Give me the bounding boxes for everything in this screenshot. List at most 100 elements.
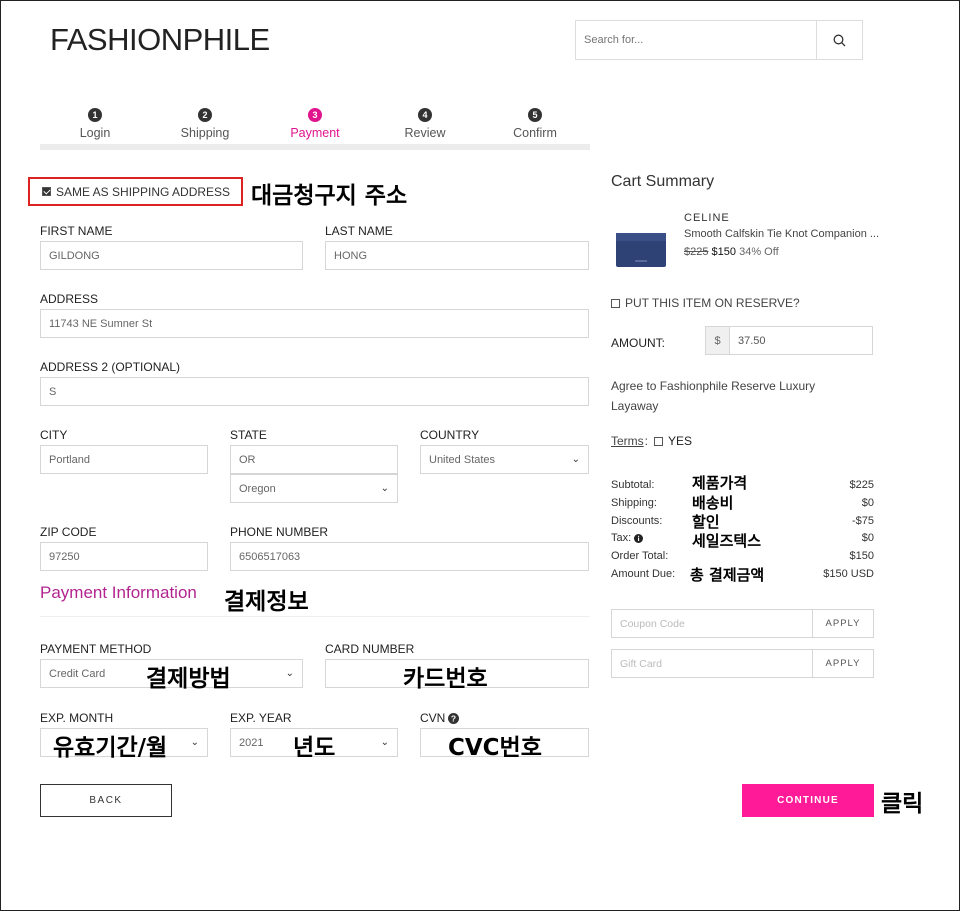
annotation-total-payment: 총 결제금액 [690,566,765,584]
summary-value: $150 USD [823,568,874,580]
annotation-discount: 할인 [692,513,720,531]
summary-label: Discounts: [611,515,663,527]
gift-card-apply-button[interactable]: APPLY [812,650,873,677]
annotation-click: 클릭 [881,791,924,817]
back-button[interactable]: BACK [40,784,172,817]
country-select[interactable]: United States ⌄ [420,445,589,474]
state-select-value: Oregon [239,482,276,495]
annotation-billing-address: 대금청구지 주소 [251,183,408,209]
coupon-code-input[interactable]: Coupon Code [612,610,812,637]
summary-value: $0 [861,497,874,509]
zip-input[interactable]: 97250 [40,542,208,571]
checkbox-icon[interactable] [42,187,51,196]
annotation-payment-info: 결제정보 [224,589,309,615]
card-number-label: CARD NUMBER [325,642,415,656]
chevron-down-icon: ⌄ [380,737,389,748]
discount-percent: 34% Off [739,246,779,258]
summary-label: Tax: [611,532,632,544]
summary-label: Order Total: [611,550,669,562]
annotation-product-price: 제품가격 [692,474,748,492]
product-price: $225 $150 34% Off [684,246,779,258]
country-label: COUNTRY [420,428,480,442]
search-icon [833,34,846,46]
cvn-label: CVN [420,711,446,725]
logo[interactable]: FASHIONPHILE [50,22,270,58]
address2-label: ADDRESS 2 (OPTIONAL) [40,360,181,374]
step-number: 1 [88,108,102,122]
reserve-checkbox[interactable]: PUT THIS ITEM ON RESERVE? [611,296,800,310]
info-icon[interactable] [634,533,644,543]
same-as-shipping-label: SAME AS SHIPPING ADDRESS [56,184,231,199]
chevron-down-icon: ⌄ [285,668,294,679]
terms-yes-checkbox[interactable] [654,436,664,446]
summary-label: Amount Due: [611,568,676,580]
cart-summary-title: Cart Summary [611,173,715,190]
checkout-steps: 1 Login 2 Shipping 3 Payment 4 Review 5 … [40,108,590,152]
payment-method-value: Credit Card [49,667,106,680]
search-box [575,20,863,60]
svg-text:?: ? [451,713,456,723]
reserve-label: PUT THIS ITEM ON RESERVE? [625,296,800,310]
terms-link[interactable]: Terms [611,434,644,448]
step-label: Confirm [513,126,557,140]
address-label: ADDRESS [40,292,99,306]
step-number: 2 [198,108,212,122]
coupon-group: Coupon Code APPLY [611,609,874,638]
step-label: Login [79,126,111,140]
step-confirm[interactable]: 5 Confirm [480,108,590,140]
chevron-down-icon: ⌄ [190,737,199,748]
address-input[interactable]: 11743 NE Sumner St [40,309,589,338]
cvn-label-wrap: CVN ? [420,711,460,725]
summary-value: $150 [849,550,874,562]
steps-progress-bar [40,144,590,150]
summary-value: $225 [849,479,874,491]
state-input[interactable]: OR [230,445,398,474]
product-name[interactable]: Smooth Calfskin Tie Knot Companion ... [684,228,879,240]
annotation-exp-year: 년도 [293,735,336,761]
exp-year-value: 2021 [239,736,264,749]
step-label: Review [404,126,446,140]
coupon-apply-button[interactable]: APPLY [812,610,873,637]
phone-label: PHONE NUMBER [230,525,329,539]
same-as-shipping-checkbox[interactable]: SAME AS SHIPPING ADDRESS [28,177,243,206]
step-number: 5 [528,108,542,122]
city-input[interactable]: Portland [40,445,208,474]
summary-value: $0 [861,532,874,544]
exp-month-label: EXP. MONTH [40,711,114,725]
last-name-input[interactable]: HONG [325,241,589,270]
search-button[interactable] [816,21,862,59]
step-login[interactable]: 1 Login [40,108,150,140]
annotation-payment-method: 결제방법 [146,666,231,692]
continue-button[interactable]: CONTINUE [742,784,874,817]
amount-input[interactable]: 37.50 [730,327,872,354]
annotation-exp-month: 유효기간/월 [53,735,168,761]
step-shipping[interactable]: 2 Shipping [150,108,260,140]
search-input[interactable] [576,21,816,59]
product-thumbnail-image[interactable] [612,217,670,269]
address2-input[interactable]: S [40,377,589,406]
checkbox-icon[interactable] [611,298,620,308]
help-icon[interactable]: ? [448,712,460,724]
zip-label: ZIP CODE [40,525,97,539]
phone-input[interactable]: 6506517063 [230,542,589,571]
terms-row: Terms : YES [611,434,692,448]
divider [40,616,589,617]
city-label: CITY [40,428,68,442]
step-review[interactable]: 4 Review [370,108,480,140]
annotation-shipping-fee: 배송비 [692,494,734,512]
currency-symbol: $ [706,327,730,354]
sale-price: $150 [711,246,737,258]
first-name-input[interactable]: GILDONG [40,241,303,270]
annotation-cvc: CVC번호 [448,735,542,761]
exp-year-label: EXP. YEAR [230,711,292,725]
state-select[interactable]: Oregon ⌄ [230,474,398,503]
summary-label: Subtotal: [611,479,655,491]
gift-card-input[interactable]: Gift Card [612,650,812,677]
summary-label-wrap: Tax: [611,532,644,544]
amount-input-group: $ 37.50 [705,326,873,355]
country-select-value: United States [429,453,496,466]
product-brand: CELINE [684,212,730,224]
step-payment[interactable]: 3 Payment [260,108,370,140]
original-price: $225 [684,246,709,258]
gift-card-group: Gift Card APPLY [611,649,874,678]
